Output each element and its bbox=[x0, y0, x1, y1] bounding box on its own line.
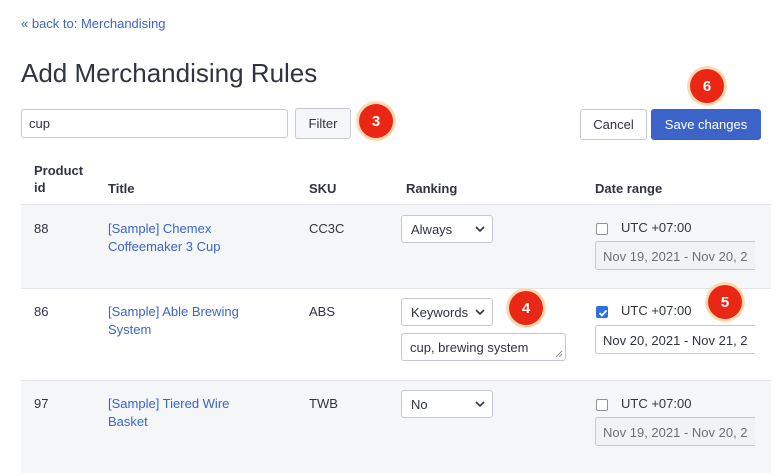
ranking-select-value: No bbox=[411, 396, 428, 412]
annotation-marker-6: 6 bbox=[690, 69, 724, 103]
keywords-value: cup, brewing system bbox=[410, 340, 529, 355]
timezone-label: UTC +07:00 bbox=[621, 396, 692, 411]
timezone-label: UTC +07:00 bbox=[621, 303, 692, 318]
column-header-sku: SKU bbox=[309, 181, 337, 196]
timezone-label: UTC +07:00 bbox=[621, 220, 692, 235]
annotation-marker-3: 3 bbox=[359, 104, 393, 138]
date-range-checkbox[interactable] bbox=[596, 223, 608, 235]
product-title-link[interactable]: [Sample] Chemex Coffeemaker 3 Cup bbox=[108, 220, 248, 256]
chevron-down-icon bbox=[475, 226, 485, 233]
annotation-marker-4: 4 bbox=[509, 291, 543, 325]
product-title-link[interactable]: [Sample] Able Brewing System bbox=[108, 303, 248, 339]
column-header-title: Title bbox=[108, 181, 135, 196]
cancel-button[interactable]: Cancel bbox=[580, 109, 647, 140]
product-sku: ABS bbox=[309, 304, 336, 319]
save-changes-button[interactable]: Save changes bbox=[651, 109, 761, 140]
chevron-down-icon bbox=[475, 401, 485, 408]
column-header-ranking: Ranking bbox=[406, 181, 458, 196]
resize-grip-icon[interactable] bbox=[555, 350, 563, 358]
date-range-checkbox[interactable] bbox=[596, 399, 608, 411]
ranking-select-value: Always bbox=[411, 221, 453, 237]
date-range-checkbox[interactable] bbox=[596, 306, 608, 318]
column-header-product-id: Product id bbox=[34, 163, 84, 195]
back-link[interactable]: « back to: Merchandising bbox=[21, 16, 166, 31]
product-sku: TWB bbox=[309, 396, 338, 411]
page-title: Add Merchandising Rules bbox=[21, 58, 318, 88]
date-range-input[interactable]: Nov 19, 2021 - Nov 20, 2 bbox=[595, 417, 755, 446]
filter-button[interactable]: Filter bbox=[295, 108, 351, 139]
chevron-down-icon bbox=[475, 309, 485, 316]
checkmark-icon bbox=[598, 309, 608, 317]
date-range-input[interactable]: Nov 20, 2021 - Nov 21, 2 bbox=[595, 325, 755, 354]
column-header-date-range: Date range bbox=[595, 181, 663, 196]
product-id: 86 bbox=[34, 304, 49, 319]
ranking-select[interactable]: No bbox=[401, 390, 493, 418]
date-range-input[interactable]: Nov 19, 2021 - Nov 20, 2 bbox=[595, 241, 755, 270]
product-title-link[interactable]: [Sample] Tiered Wire Basket bbox=[108, 395, 248, 431]
filter-input[interactable] bbox=[21, 109, 288, 138]
ranking-select[interactable]: Keywords bbox=[401, 298, 493, 326]
ranking-select[interactable]: Always bbox=[401, 215, 493, 243]
ranking-select-value: Keywords bbox=[411, 304, 469, 320]
product-id: 97 bbox=[34, 396, 49, 411]
product-sku: CC3C bbox=[309, 221, 345, 236]
keywords-input[interactable]: cup, brewing system bbox=[401, 333, 566, 361]
annotation-marker-5: 5 bbox=[708, 285, 742, 319]
product-id: 88 bbox=[34, 221, 49, 236]
